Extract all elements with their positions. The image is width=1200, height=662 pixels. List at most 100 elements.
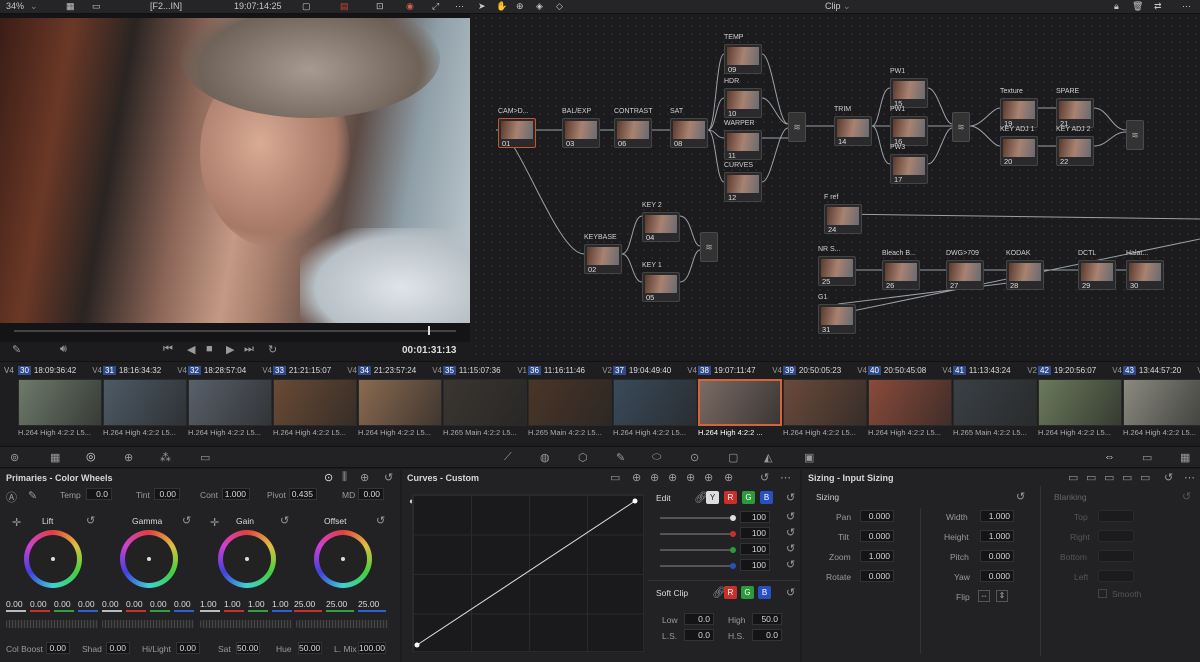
wheel-value[interactable]: 0.00 (102, 599, 119, 609)
wheel-puck[interactable] (51, 557, 55, 561)
color-match-icon[interactable]: ▦ (50, 451, 60, 464)
viewer-scrubber[interactable] (14, 330, 456, 332)
reset-icon[interactable]: ↺ (786, 558, 795, 571)
node-29[interactable]: 29 (1078, 260, 1116, 290)
node-28[interactable]: 28 (1006, 260, 1044, 290)
node-01[interactable]: 01 (498, 118, 536, 148)
color-wheels-icon[interactable]: ◎ (86, 450, 96, 463)
sizing-icon[interactable]: ⇔ (1104, 451, 1115, 463)
step-back-icon[interactable]: ◀ (187, 343, 195, 356)
pan-field[interactable]: 0.000 (860, 510, 894, 522)
wheels-mode-icon[interactable]: ⊙ (324, 471, 333, 484)
softclip-b-button[interactable]: B (758, 586, 771, 599)
node-08[interactable]: 08 (670, 118, 708, 148)
node-mode-dropdown[interactable]: Clip (825, 1, 841, 11)
chevron-down-icon[interactable]: ⌄ (30, 1, 38, 12)
node-16[interactable]: 16 (890, 116, 928, 146)
reset-icon[interactable]: ↺ (1016, 490, 1025, 503)
share-icon[interactable]: ⇄ (1154, 1, 1162, 12)
width-field[interactable]: 1.000 (980, 510, 1014, 522)
wheel-value[interactable]: 0.00 (150, 599, 167, 609)
chevron-down-icon[interactable]: ⌄ (843, 1, 851, 12)
grid-icon[interactable]: ▦ (66, 1, 75, 12)
reset-icon[interactable]: ↺ (786, 526, 795, 539)
shape-icon[interactable]: ◇ (556, 1, 563, 12)
viewer-timecode-top[interactable]: 19:07:14:25 (234, 1, 282, 11)
lum-sat-icon[interactable]: ⊕ (686, 471, 695, 484)
eyedropper-icon[interactable]: ✎ (12, 343, 21, 356)
zoom-dropdown[interactable]: 34% (6, 1, 24, 11)
fullscreen-icon[interactable]: ⤢ (432, 1, 439, 12)
node-20[interactable]: 20 (1000, 136, 1038, 166)
mixer-node[interactable]: ≋ (788, 112, 806, 142)
channel-slider[interactable] (660, 565, 734, 567)
zoom-icon[interactable]: ⊕ (516, 1, 524, 12)
hue-curve-icon[interactable]: ⊕ (632, 471, 641, 484)
warper-icon[interactable]: ⬡ (578, 451, 588, 464)
rotate-field[interactable]: 0.000 (860, 570, 894, 582)
master-wheel-slider[interactable] (296, 620, 388, 628)
wheel-value[interactable]: 0.00 (54, 599, 71, 609)
more-icon[interactable]: ⋯ (780, 471, 791, 484)
node-14[interactable]: 14 (834, 116, 872, 146)
param-field[interactable]: 50.00 (298, 642, 322, 654)
crosshair-icon[interactable]: ✛ (210, 516, 219, 529)
hue-lum-icon[interactable]: ⊕ (668, 471, 677, 484)
softclip-g-button[interactable]: G (741, 586, 754, 599)
curve-graph[interactable] (412, 494, 644, 652)
param-field[interactable]: 0.00 (176, 642, 200, 654)
wheel-value[interactable]: 25.00 (358, 599, 379, 609)
reset-icon[interactable]: ↺ (1164, 471, 1173, 484)
color-icon[interactable]: ◉ (406, 1, 414, 12)
node-15[interactable]: 15 (890, 78, 928, 108)
node-09[interactable]: 09 (724, 44, 762, 74)
reset-icon[interactable]: ↺ (384, 471, 393, 484)
wheel-puck[interactable] (147, 557, 151, 561)
wheel-puck[interactable] (341, 557, 345, 561)
tilt-field[interactable]: 0.000 (860, 530, 894, 542)
clip-thumbnail[interactable]: 35 11:15:07:36 V1 H.265 Main 4:2:2 L5... (443, 364, 527, 442)
wheel-value[interactable]: 1.00 (224, 599, 241, 609)
wheel-value[interactable]: 25.00 (294, 599, 315, 609)
clip-name[interactable]: [F2...IN] (150, 1, 182, 11)
slider-handle[interactable] (730, 531, 736, 537)
gain-wheel[interactable] (218, 530, 276, 588)
play-icon[interactable]: ▶ (226, 343, 234, 356)
hdr-icon[interactable]: ⊕ (124, 451, 133, 464)
yaw-field[interactable]: 0.000 (980, 570, 1014, 582)
qualifier-icon[interactable]: ✎ (616, 451, 625, 464)
lift-wheel[interactable] (24, 530, 82, 588)
node-05[interactable]: 05 (642, 272, 680, 302)
md-field[interactable]: 0.00 (358, 488, 384, 500)
channel-value[interactable]: 100 (740, 527, 770, 539)
crosshair-icon[interactable]: ✛ (12, 516, 21, 529)
sizing-mode-icon[interactable]: ▭ (1068, 471, 1078, 484)
param-field[interactable]: 0.00 (106, 642, 130, 654)
wheel-value[interactable]: 0.00 (126, 599, 143, 609)
channel-slider[interactable] (660, 549, 734, 551)
clip-thumbnail[interactable]: 30 18:09:36:42 V4 H.264 High 4:2:2 L5... (18, 364, 102, 442)
clip-thumbnail[interactable]: 43 13:44:57:20 V4 H.264 High 4:2:2 L5... (1123, 364, 1200, 442)
tracker-icon[interactable]: ⊙ (690, 451, 699, 464)
pivot-field[interactable]: 0.435 (289, 488, 317, 500)
channel-value[interactable]: 100 (740, 559, 770, 571)
wheel-value[interactable]: 0.00 (78, 599, 95, 609)
tint-field[interactable]: 0.00 (154, 488, 180, 500)
channel-value[interactable]: 100 (740, 511, 770, 523)
channel-y-button[interactable]: Y (706, 491, 719, 504)
lock-icon[interactable]: 🔒︎ (1114, 1, 1119, 12)
sizing-mode-icon[interactable]: ▭ (1086, 471, 1096, 484)
channel-b-button[interactable]: B (760, 491, 773, 504)
magic-mask-icon[interactable]: ▢ (728, 451, 738, 464)
flip-vertical-button[interactable]: ⇕ (996, 590, 1008, 602)
auto-balance-icon[interactable]: Ⓐ (6, 489, 17, 505)
master-wheel-slider[interactable] (102, 620, 194, 628)
more-icon[interactable]: ⋯ (1184, 471, 1195, 484)
node-02[interactable]: 02 (584, 244, 622, 274)
hand-icon[interactable]: ✋ (496, 1, 507, 12)
scope-icon[interactable]: ▤ (340, 1, 349, 12)
node-25[interactable]: 25 (818, 256, 856, 286)
sizing-mode-icon[interactable]: ▭ (1140, 471, 1150, 484)
reset-icon[interactable]: ↺ (1182, 490, 1191, 503)
viewer-frame[interactable] (0, 18, 470, 323)
